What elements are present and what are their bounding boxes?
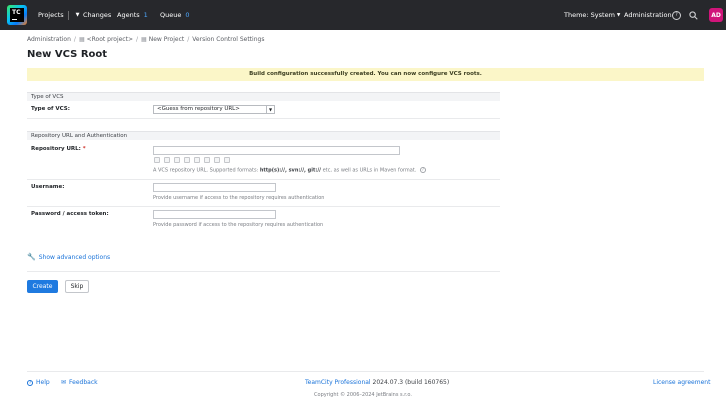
product-info: TeamCity Professional 2024.07.3 (build 1… — [305, 379, 449, 386]
required-marker: * — [82, 146, 86, 152]
project-icon: ▦ — [78, 36, 85, 43]
administration-label: Administration — [624, 11, 672, 19]
supported-formats: http(s)://, svn://, git:// — [259, 167, 322, 174]
chevron-down-icon: ▼ — [266, 106, 274, 113]
azure-icon[interactable] — [184, 157, 190, 163]
username-hint: Provide username if access to the reposi… — [153, 195, 325, 201]
username-label: Username: — [31, 184, 65, 190]
divider — [27, 206, 500, 207]
question-icon: ? — [672, 10, 681, 20]
logo-text: TC — [12, 9, 21, 16]
theme-selector[interactable]: Theme: System ▼ — [564, 0, 620, 30]
skip-button[interactable]: Skip — [65, 280, 89, 293]
mail-icon: ✉ — [61, 379, 67, 386]
nav-queue-label: Queue — [160, 11, 182, 19]
vcs-type-label: Type of VCS: — [31, 106, 70, 112]
help-label: Help — [36, 379, 50, 386]
product-link[interactable]: TeamCity Professional — [305, 379, 371, 386]
show-advanced-options-link[interactable]: 🔧 Show advanced options — [27, 253, 110, 261]
license-link[interactable]: License agreement — [653, 379, 710, 386]
nav-agents[interactable]: Agents 1 — [117, 0, 148, 30]
teamcity-logo[interactable]: TC — [7, 5, 27, 25]
help-icon[interactable]: ? — [419, 167, 426, 173]
vcs-type-select[interactable]: <Guess from repository URL> ▼ — [153, 105, 275, 114]
svn-icon[interactable] — [224, 157, 230, 163]
nav-agents-label: Agents — [117, 11, 140, 19]
agents-count-badge: 1 — [143, 11, 148, 19]
queue-count-badge: 0 — [185, 11, 190, 19]
feedback-label: Feedback — [69, 379, 98, 386]
nav-changes[interactable]: Changes — [83, 0, 111, 30]
gitea-icon[interactable] — [204, 157, 210, 163]
divider — [27, 179, 500, 180]
repo-url-hint: A VCS repository URL. Supported formats:… — [153, 167, 426, 174]
divider — [27, 118, 500, 119]
chevron-down-icon: ▼ — [616, 12, 621, 18]
section-type-of-vcs: Type of VCS — [27, 92, 500, 101]
repo-url-input[interactable] — [153, 146, 400, 155]
breadcrumb: Administration / ▦ <Root project> / ▦ Ne… — [27, 36, 265, 43]
feedback-link[interactable]: ✉ Feedback — [61, 379, 98, 386]
nav-projects-label: Projects — [38, 11, 64, 19]
repo-url-label: Repository URL: * — [31, 146, 86, 152]
vcs-type-value: <Guess from repository URL> — [157, 106, 240, 112]
bitbucket-icon[interactable] — [174, 157, 180, 163]
password-hint: Provide password if access to the reposi… — [153, 222, 324, 228]
breadcrumb-new-project[interactable]: New Project — [149, 36, 185, 43]
nav-changes-label: Changes — [83, 11, 112, 19]
logo-mark: TC — [10, 8, 24, 22]
license-label: License agreement — [653, 379, 711, 386]
password-label: Password / access token: — [31, 211, 109, 217]
vcs-provider-icons — [154, 157, 230, 163]
search-icon — [689, 10, 698, 20]
perforce-icon[interactable] — [214, 157, 220, 163]
breadcrumb-root-project[interactable]: <Root project> — [87, 36, 133, 43]
copyright: Copyright © 2006–2024 JetBrains s.r.o. — [314, 392, 412, 398]
create-button[interactable]: Create — [27, 280, 58, 293]
search-button[interactable] — [689, 0, 698, 30]
github-icon[interactable] — [154, 157, 160, 163]
password-input[interactable] — [153, 210, 276, 219]
help-link[interactable]: ? Help — [27, 379, 50, 386]
space-icon[interactable] — [194, 157, 200, 163]
theme-label: Theme: System — [564, 11, 615, 19]
project-icon: ▦ — [141, 36, 147, 43]
avatar-initials: AD — [711, 11, 721, 19]
help-button[interactable]: ? — [672, 0, 681, 30]
avatar[interactable]: AD — [709, 8, 723, 22]
chevron-down-icon[interactable]: ▼ — [76, 12, 80, 18]
success-message: Build configuration successfully created… — [27, 68, 704, 81]
page-title: New VCS Root — [27, 49, 108, 60]
top-navigation-bar: TC Projects ▼ Changes Agents 1 Queue 0 T… — [0, 0, 726, 30]
footer-divider — [27, 371, 704, 372]
section-repository: Repository URL and Authentication — [27, 131, 500, 140]
version-label: 2024.07.3 (build 160765) — [372, 379, 450, 386]
breadcrumb-vcs-settings[interactable]: Version Control Settings — [192, 36, 264, 43]
nav-queue[interactable]: Queue 0 — [160, 0, 190, 30]
nav-administration[interactable]: Administration — [624, 0, 672, 30]
nav-projects[interactable]: Projects ▼ — [38, 0, 80, 30]
gitlab-icon[interactable] — [164, 157, 170, 163]
question-icon: ? — [27, 379, 33, 386]
wrench-icon: 🔧 — [27, 253, 36, 261]
breadcrumb-administration[interactable]: Administration — [27, 36, 71, 43]
advanced-options-label: Show advanced options — [38, 253, 111, 261]
username-input[interactable] — [153, 183, 276, 192]
divider — [27, 271, 500, 272]
